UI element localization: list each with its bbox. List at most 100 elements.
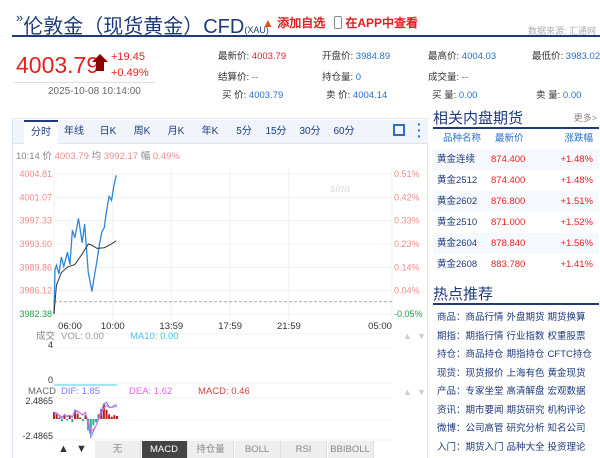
hot-link[interactable]: 期货研究 bbox=[507, 405, 545, 416]
hot-link[interactable]: 商品行情 bbox=[466, 312, 504, 323]
price-line bbox=[53, 175, 117, 314]
hot-link[interactable]: 研究分析 bbox=[507, 423, 545, 434]
futures-name[interactable]: 黄金2512 bbox=[433, 170, 491, 191]
macd-bar bbox=[95, 419, 97, 423]
col-name: 品种名称 bbox=[443, 133, 482, 144]
hot-row: 期指：期指行情 行业指数 权重股票 bbox=[433, 328, 599, 347]
hot-link[interactable]: 投资理论 bbox=[548, 442, 586, 453]
futures-price: 878.840 bbox=[491, 238, 526, 249]
macd-bar bbox=[92, 419, 95, 426]
field-label: 卖 量: bbox=[536, 90, 561, 101]
futures-name[interactable]: 黄金2608 bbox=[433, 254, 491, 275]
hot-category: 现货： bbox=[437, 367, 466, 379]
field-label: 成交量: bbox=[428, 72, 460, 83]
futures-price: 874.400 bbox=[491, 175, 526, 186]
hot-row: 资讯：期市要闻 期货研究 机构评论 bbox=[433, 402, 599, 421]
hot-row: 微博：公司高管 研究分析 知名公司 bbox=[433, 420, 599, 439]
hot-row: 持仓：商品持仓 期指持仓 CFTC持仓 bbox=[433, 346, 599, 365]
macd-bar bbox=[116, 415, 118, 419]
vol-up-icon[interactable]: ▲ bbox=[403, 331, 412, 341]
macd-bar bbox=[60, 419, 63, 422]
hot-link[interactable]: 行业指数 bbox=[507, 331, 545, 342]
futures-row[interactable]: 黄金连续 874.400 +1.48% bbox=[433, 149, 599, 170]
futures-change: +1.51% bbox=[560, 196, 594, 207]
futures-name[interactable]: 黄金2602 bbox=[433, 191, 491, 212]
quote-field: 买 量: 0.00 bbox=[432, 87, 477, 101]
futures-row[interactable]: 黄金2604 878.840 +1.56% bbox=[433, 233, 599, 254]
macd-bar bbox=[105, 409, 108, 419]
panel-up-button[interactable]: ▲ bbox=[58, 443, 69, 455]
x-tick: 05:00 bbox=[368, 321, 392, 332]
hot-link[interactable]: 期货入门 bbox=[466, 442, 504, 453]
indicator-button[interactable]: BOLL bbox=[234, 441, 281, 458]
col-change: 涨跌幅 bbox=[564, 133, 593, 144]
indicator-button[interactable]: 持仓量 bbox=[188, 441, 234, 458]
vol-down-icon[interactable]: ▼ bbox=[417, 331, 426, 341]
indicator-button[interactable]: MACD bbox=[141, 441, 188, 458]
futures-price: 876.800 bbox=[491, 196, 526, 207]
futures-row[interactable]: 黄金2602 876.800 +1.51% bbox=[433, 191, 599, 212]
y-tick-right: 0.04% bbox=[394, 286, 420, 296]
hot-link[interactable]: 公司高管 bbox=[466, 423, 504, 434]
hot-category: 商品： bbox=[437, 312, 466, 323]
y-tick-left: 3989.86 bbox=[19, 262, 52, 272]
field-label: 最高价: bbox=[428, 51, 460, 62]
hot-category: 期指： bbox=[437, 330, 466, 342]
macd-up-icon[interactable]: ▲ bbox=[403, 387, 412, 397]
hot-row: 现货：现货报价 上海有色 黄金现货 bbox=[433, 365, 599, 384]
hot-link[interactable]: 期货换算 bbox=[548, 312, 586, 323]
hot-link[interactable]: 宏观数据 bbox=[548, 386, 586, 397]
field-value: 0.00 bbox=[562, 90, 582, 101]
hot-row: 产品：专家坐堂 高清解盘 宏观数据 bbox=[433, 383, 599, 402]
related-title: 相关内盘期货 bbox=[433, 110, 524, 127]
dif-value: DIF: 1.85 bbox=[61, 386, 100, 397]
futures-name[interactable]: 黄金连续 bbox=[433, 149, 491, 170]
y-tick-left: 3997.33 bbox=[19, 216, 52, 226]
hot-link[interactable]: 外盘期货 bbox=[507, 312, 545, 323]
hot-header: 热点推荐 bbox=[433, 283, 599, 305]
hot-link[interactable]: 期市要闻 bbox=[466, 405, 504, 416]
more-link[interactable]: 更多> bbox=[574, 111, 597, 124]
macd-bar bbox=[76, 413, 79, 419]
futures-name[interactable]: 黄金2604 bbox=[433, 233, 491, 254]
hot-link[interactable]: 现货报价 bbox=[466, 368, 504, 379]
hot-link[interactable]: 知名公司 bbox=[548, 423, 586, 434]
field-value: 4004.03 bbox=[461, 51, 497, 62]
macd-value: MACD: 0.46 bbox=[198, 386, 250, 397]
hot-link[interactable]: 专家坐堂 bbox=[466, 386, 504, 397]
hot-category: 入门： bbox=[437, 441, 466, 453]
y-tick-right: 0.51% bbox=[394, 169, 420, 179]
hot-link[interactable]: 期指持仓 bbox=[507, 349, 545, 360]
field-label: 最低价: bbox=[532, 51, 564, 62]
hot-link[interactable]: 商品持仓 bbox=[466, 349, 504, 360]
futures-change: +1.48% bbox=[560, 175, 594, 186]
futures-row[interactable]: 黄金2608 883.780 +1.41% bbox=[433, 254, 599, 275]
indicator-button[interactable]: RSI bbox=[281, 441, 327, 458]
hot-link[interactable]: 黄金现货 bbox=[548, 368, 586, 379]
chart-grid bbox=[53, 168, 393, 441]
hot-link[interactable]: 品种大全 bbox=[507, 442, 545, 453]
macd-down-icon[interactable]: ▼ bbox=[417, 387, 426, 397]
panel-down-button[interactable]: ▼ bbox=[76, 443, 87, 455]
y-tick-left: 3993.60 bbox=[19, 239, 52, 249]
related-header: 相关内盘期货 更多> bbox=[433, 107, 599, 129]
quote-field: 最高价: 4004.03 bbox=[428, 48, 496, 62]
hot-category: 微博： bbox=[437, 423, 466, 434]
x-tick: 17:59 bbox=[218, 321, 242, 332]
futures-row[interactable]: 黄金2512 874.400 +1.48% bbox=[433, 170, 599, 191]
indicator-button[interactable]: 无 bbox=[95, 441, 141, 458]
hot-link[interactable]: 高清解盘 bbox=[507, 386, 545, 397]
macd-bar bbox=[108, 414, 111, 419]
hot-link[interactable]: CFTC持仓 bbox=[548, 349, 592, 360]
hot-link[interactable]: 权重股票 bbox=[548, 331, 586, 342]
hot-category: 资讯： bbox=[437, 404, 466, 416]
futures-row[interactable]: 黄金2510 871.000 +1.52% bbox=[433, 212, 599, 233]
quote-field: 成交量: -- bbox=[428, 69, 468, 83]
vol-tick-min: 0 bbox=[48, 375, 53, 385]
hot-link[interactable]: 上海有色 bbox=[507, 368, 545, 379]
futures-name[interactable]: 黄金2510 bbox=[433, 212, 491, 233]
hot-link[interactable]: 机构评论 bbox=[548, 405, 586, 416]
macd-bar bbox=[66, 419, 69, 421]
indicator-button[interactable]: BBIBOLL bbox=[327, 441, 374, 458]
hot-link[interactable]: 期指行情 bbox=[466, 331, 504, 342]
